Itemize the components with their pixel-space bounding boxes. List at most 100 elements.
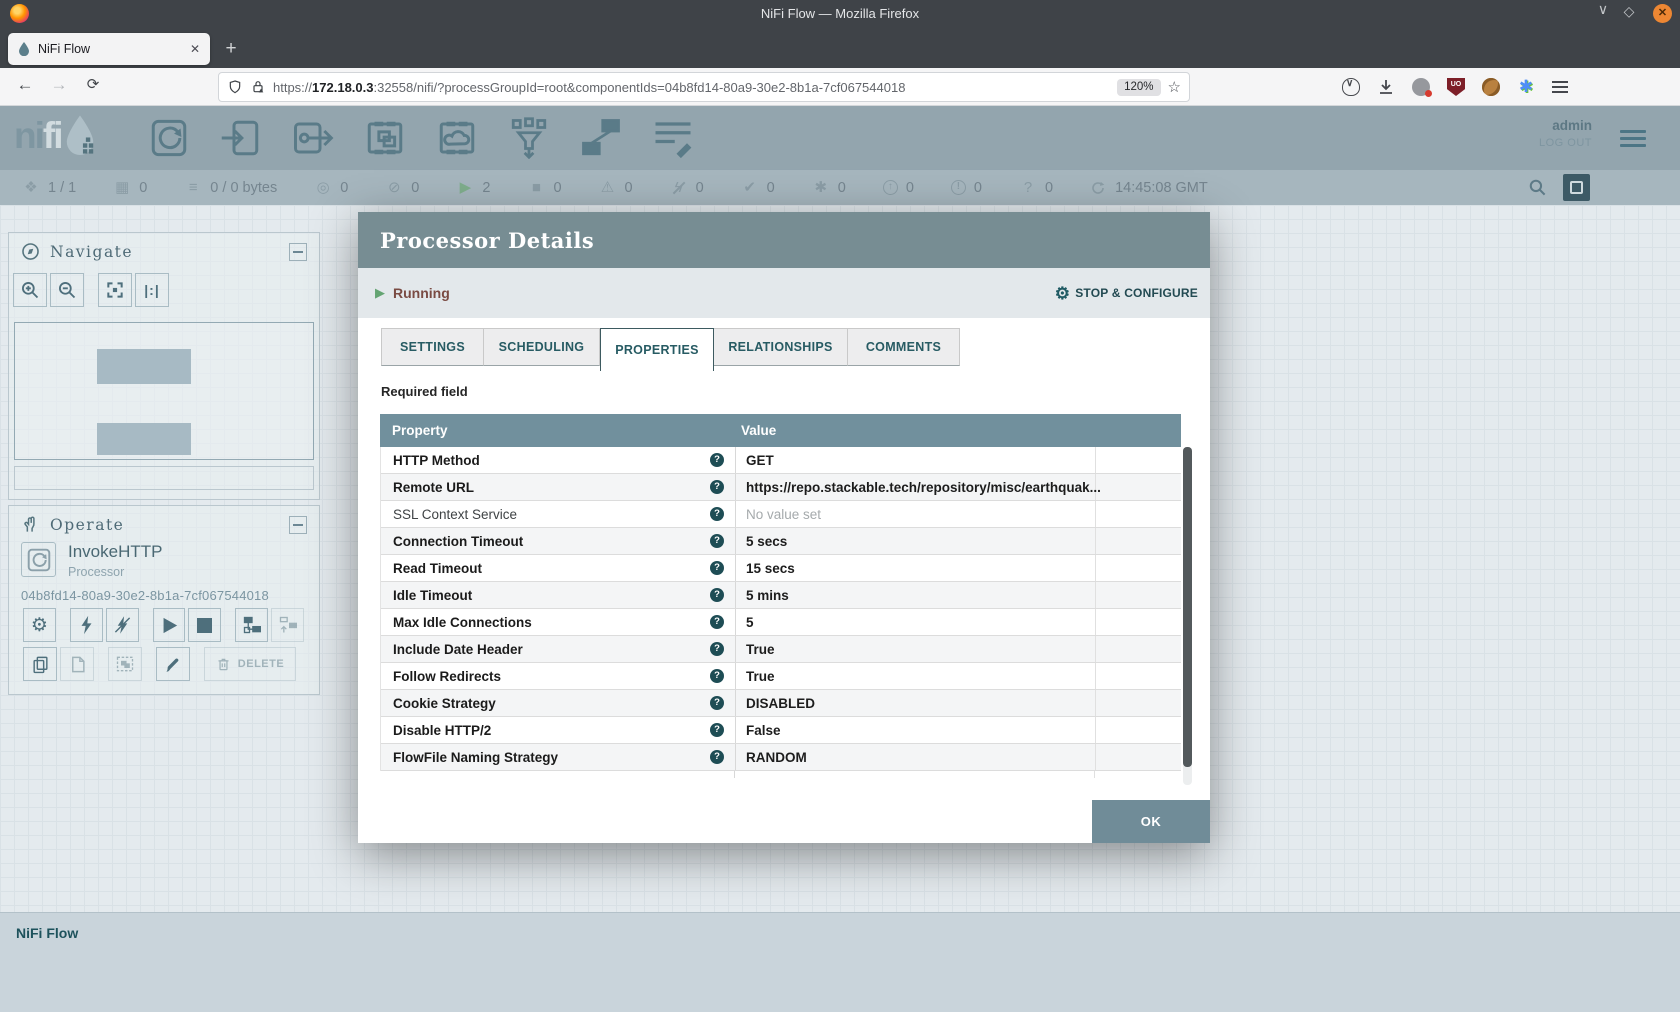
- window-minimize-button[interactable]: ∨: [1592, 1, 1614, 18]
- properties-table: Property Value HTTP Method ? GET Remote …: [380, 414, 1181, 778]
- label-icon[interactable]: [650, 117, 696, 159]
- downloads-icon[interactable]: [1377, 78, 1395, 96]
- help-icon[interactable]: ?: [710, 642, 724, 656]
- configure-button[interactable]: ⚙: [23, 608, 56, 642]
- window-close-button[interactable]: ✕: [1653, 4, 1672, 23]
- url-text: https://172.18.0.3:32558/nifi/?processGr…: [273, 80, 1110, 95]
- remote-process-group-icon[interactable]: [434, 117, 480, 159]
- global-menu-icon[interactable]: [1620, 126, 1646, 151]
- back-button[interactable]: ←: [12, 75, 38, 95]
- processor-details-dialog: Processor Details ▶ Running ⚙ STOP & CON…: [358, 212, 1210, 843]
- help-icon[interactable]: ?: [710, 723, 724, 737]
- help-icon[interactable]: ?: [710, 561, 724, 575]
- breadcrumb[interactable]: NiFi Flow: [16, 925, 78, 941]
- help-icon[interactable]: ?: [710, 669, 724, 683]
- help-icon[interactable]: ?: [710, 507, 724, 521]
- new-tab-button[interactable]: +: [218, 36, 244, 62]
- page-zoom-badge[interactable]: 120%: [1117, 79, 1160, 96]
- pocket-icon[interactable]: [1342, 78, 1360, 96]
- help-icon[interactable]: ?: [710, 534, 724, 548]
- start-button[interactable]: [153, 608, 186, 642]
- last-refreshed-time: 14:45:08 GMT: [1115, 180, 1208, 196]
- paste-button[interactable]: [60, 647, 94, 681]
- help-icon[interactable]: ?: [710, 588, 724, 602]
- stale-icon: ↑ 0: [883, 180, 914, 196]
- tab-comments[interactable]: COMMENTS: [848, 328, 960, 366]
- funnel-icon[interactable]: [506, 117, 552, 159]
- upload-template-button[interactable]: [271, 608, 304, 642]
- zoom-actual-size-button[interactable]: |:|: [135, 273, 169, 307]
- canvas-footer: NiFi Flow: [0, 912, 1680, 1012]
- output-port-icon[interactable]: [290, 117, 336, 159]
- delete-button[interactable]: DELETE: [204, 647, 296, 681]
- lock-warning-icon[interactable]: [250, 79, 266, 95]
- navigate-collapse-button[interactable]: [289, 243, 307, 261]
- help-icon[interactable]: ?: [710, 615, 724, 629]
- property-name: Max Idle Connections: [393, 615, 710, 630]
- enable-button[interactable]: [70, 608, 103, 642]
- table-scrollbar[interactable]: [1183, 447, 1192, 785]
- window-maximize-button[interactable]: ◇: [1618, 3, 1640, 20]
- queued-icon: ≡ 0 / 0 bytes: [184, 179, 277, 197]
- stop-button[interactable]: [188, 608, 221, 642]
- birdseye-minimap[interactable]: [14, 322, 314, 460]
- help-icon[interactable]: ?: [710, 480, 724, 494]
- refresh-icon[interactable]: [1090, 180, 1106, 196]
- ublock-shield-icon[interactable]: UO: [1447, 78, 1465, 96]
- create-template-button[interactable]: [235, 608, 268, 642]
- container-asterisk-icon[interactable]: ✱: [1517, 78, 1535, 96]
- selected-component-id: 04b8fd14-80a9-30e2-8b1a-7cf067544018: [21, 588, 307, 603]
- zoom-fit-button[interactable]: [98, 273, 132, 307]
- minimap-footer: [14, 466, 314, 490]
- running-status-label: Running: [393, 285, 450, 301]
- zoom-out-button[interactable]: [50, 273, 84, 307]
- template-icon[interactable]: [578, 117, 624, 159]
- property-name: Include Date Header: [393, 642, 710, 657]
- navigate-panel: Navigate |:|: [8, 232, 320, 500]
- tab-relationships[interactable]: RELATIONSHIPS: [714, 328, 848, 366]
- property-name: FlowFile Naming Strategy: [393, 750, 710, 765]
- property-value: True: [746, 642, 775, 657]
- copy-button[interactable]: [23, 647, 57, 681]
- processor-icon[interactable]: [146, 117, 192, 159]
- stop-and-configure-button[interactable]: ⚙ STOP & CONFIGURE: [1055, 285, 1198, 302]
- process-group-icon[interactable]: [362, 117, 408, 159]
- tab-scheduling[interactable]: SCHEDULING: [484, 328, 600, 366]
- fill-color-button[interactable]: [156, 647, 190, 681]
- help-icon[interactable]: ?: [710, 696, 724, 710]
- tab-properties[interactable]: PROPERTIES: [600, 328, 714, 371]
- minimap-processor: [97, 349, 191, 384]
- help-icon[interactable]: ?: [710, 453, 724, 467]
- property-row: Disable HTTP/2 ? False: [381, 717, 1181, 744]
- property-value: 5: [746, 615, 754, 630]
- tab-close-icon[interactable]: ✕: [190, 42, 200, 56]
- search-icon[interactable]: [1528, 178, 1547, 197]
- property-row: Max Idle Connections ? 5: [381, 609, 1181, 636]
- help-icon[interactable]: ?: [710, 750, 724, 764]
- property-value: RANDOM: [746, 750, 807, 765]
- extension-icon[interactable]: [1412, 78, 1430, 96]
- scrollbar-thumb[interactable]: [1183, 447, 1192, 767]
- reload-button[interactable]: ⟳: [80, 75, 106, 93]
- browser-menu-icon[interactable]: [1552, 78, 1570, 96]
- forward-button[interactable]: →: [46, 75, 72, 95]
- browser-tab[interactable]: NiFi Flow ✕: [8, 33, 210, 65]
- tab-settings[interactable]: SETTINGS: [381, 328, 484, 366]
- property-row: Read Timeout ? 15 secs: [381, 555, 1181, 582]
- nifi-favicon: [18, 42, 30, 56]
- properties-table-header: Property Value: [380, 414, 1181, 447]
- running-icon: ▶ 2: [456, 179, 490, 197]
- flow-settings-panel-button[interactable]: [1563, 174, 1590, 201]
- input-port-icon[interactable]: [218, 117, 264, 159]
- disable-button[interactable]: [106, 608, 139, 642]
- operate-collapse-button[interactable]: [289, 516, 307, 534]
- ok-button[interactable]: OK: [1092, 800, 1210, 843]
- shield-icon[interactable]: [227, 79, 243, 95]
- bookmark-star-icon[interactable]: ☆: [1168, 78, 1181, 96]
- zoom-in-button[interactable]: [13, 273, 47, 307]
- url-bar[interactable]: https://172.18.0.3:32558/nifi/?processGr…: [218, 72, 1190, 102]
- group-button[interactable]: [108, 647, 142, 681]
- logout-link[interactable]: LOG OUT: [1539, 137, 1592, 149]
- cookie-icon[interactable]: [1482, 78, 1500, 96]
- property-row: Cookie Strategy ? DISABLED: [381, 690, 1181, 717]
